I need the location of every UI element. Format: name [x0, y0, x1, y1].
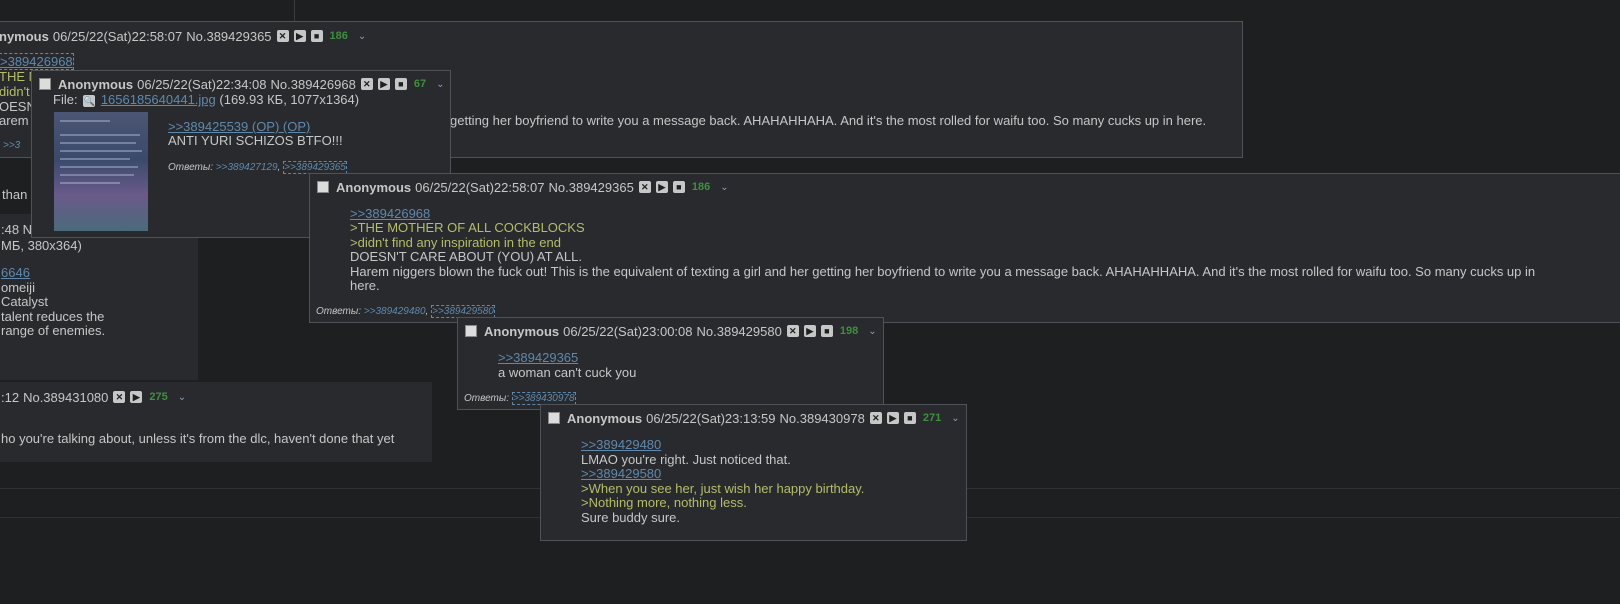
text-fragment: than	[2, 187, 28, 202]
reply-link[interactable]: >>389429480	[364, 306, 426, 317]
post-number[interactable]: No.389429580	[697, 324, 782, 339]
reply-count: 67	[413, 78, 427, 90]
replies-label: Ответы:	[316, 306, 362, 317]
replies-label: Ответы:	[168, 162, 214, 173]
post-header: Anonymous 06/25/22(Sat)22:34:08 No.38942…	[39, 76, 444, 92]
post-header: :12 No.389431080 ✕ ▶ 275 ⌄	[1, 389, 186, 405]
file-meta: (169.93 КБ, 1077x1364)	[219, 92, 360, 107]
post-line: here.	[350, 278, 380, 293]
stop-icon[interactable]: ■	[672, 181, 685, 193]
replies-row: Ответы: >>389427129, >>389429365	[168, 161, 347, 174]
hide-icon[interactable]: ✕	[360, 78, 373, 90]
reply-count: 275	[149, 391, 168, 403]
post-date: 06/25/22(Sat)23:13:59	[646, 410, 776, 426]
popup-post-389429580: Anonymous 06/25/22(Sat)23:00:08 No.38942…	[457, 317, 884, 410]
post-number[interactable]: No.389429365	[186, 29, 271, 44]
post-quote[interactable]: >>389429580	[581, 466, 661, 482]
select-checkbox[interactable]	[465, 325, 477, 337]
play-icon[interactable]: ▶	[886, 412, 899, 424]
reply-fragment[interactable]: >>3	[3, 140, 20, 151]
post-text-tail: getting her boyfriend to write you a mes…	[450, 113, 1207, 128]
hide-icon[interactable]: ✕	[113, 391, 126, 403]
hide-icon[interactable]: ✕	[276, 30, 289, 42]
magnifier-icon[interactable]: 🔍	[83, 95, 96, 107]
post-number[interactable]: No.389429365	[549, 180, 634, 195]
top-left-divider	[294, 0, 295, 22]
post-date: 06/25/22(Sat)22:58:07	[415, 179, 545, 195]
post-date: 06/25/22(Sat)22:58:07	[52, 28, 183, 44]
chevron-down-icon[interactable]: ⌄	[436, 79, 444, 90]
reply-count: 198	[839, 325, 859, 337]
file-link[interactable]: 1656185640441.jpg	[101, 92, 216, 107]
post-quote[interactable]: >>389429365	[498, 350, 578, 366]
play-icon[interactable]: ▶	[655, 181, 668, 193]
fragment-line: arem	[0, 113, 29, 128]
replies-row: Ответы: >>389429480, >>389429580	[316, 305, 495, 318]
background-post-left: :48 N МБ, 380x364) 6646 omeiji Catalyst …	[0, 214, 198, 380]
post-text: a woman can't cuck you	[498, 365, 637, 380]
chevron-down-icon[interactable]: ⌄	[951, 413, 959, 424]
chevron-down-icon[interactable]: ⌄	[178, 392, 186, 403]
chevron-down-icon[interactable]: ⌄	[720, 182, 728, 193]
post-text: ho you're talking about, unless it's fro…	[1, 431, 395, 446]
fragment-line: didn't	[0, 84, 30, 99]
post-quote[interactable]: 6646	[1, 265, 30, 281]
popup-post-389429365: Anonymous 06/25/22(Sat)22:58:07 No.38942…	[309, 173, 1620, 323]
play-icon[interactable]: ▶	[377, 78, 390, 90]
select-checkbox[interactable]	[548, 412, 560, 424]
post-header: Anonymous 06/25/22(Sat)22:58:07 No.38942…	[317, 179, 729, 195]
thumbnail-image[interactable]	[54, 112, 148, 231]
post-date: 06/25/22(Sat)23:00:08	[563, 323, 693, 339]
poster-name: nymous	[0, 28, 49, 44]
post-line: DOESN'T CARE ABOUT (YOU) AT ALL.	[350, 249, 582, 264]
post-text: ANTI YURI SCHIZOS BTFO!!!	[168, 133, 343, 148]
replies-label: Ответы:	[464, 393, 510, 404]
reply-count: 186	[691, 181, 711, 193]
chevron-down-icon[interactable]: ⌄	[358, 31, 366, 42]
play-icon[interactable]: ▶	[293, 30, 306, 42]
select-checkbox[interactable]	[317, 181, 329, 193]
post-line: Sure buddy sure.	[581, 510, 681, 525]
stop-icon[interactable]: ■	[903, 412, 916, 424]
post-line: Catalyst	[1, 294, 48, 309]
poster-name: Anonymous	[58, 76, 134, 92]
popup-post-389430978: Anonymous 06/25/22(Sat)23:13:59 No.38943…	[540, 404, 967, 541]
play-icon[interactable]: ▶	[130, 391, 143, 403]
poster-name: Anonymous	[336, 179, 412, 195]
stop-icon[interactable]: ■	[394, 78, 407, 90]
post-number[interactable]: No.389426968	[271, 77, 356, 92]
post-number[interactable]: No.389431080	[23, 390, 108, 405]
reply-count: 186	[329, 30, 348, 42]
hide-icon[interactable]: ✕	[869, 412, 882, 424]
reply-link[interactable]: >>389427129	[216, 162, 278, 173]
post-line: range of enemies.	[1, 323, 106, 338]
hide-icon[interactable]: ✕	[786, 325, 799, 337]
post-date: :12	[1, 389, 20, 405]
post-number[interactable]: No.389430978	[780, 411, 865, 426]
post-header: nymous 06/25/22(Sat)22:58:07 No.38942936…	[0, 28, 366, 44]
post-header-fragment: :48 N	[1, 222, 33, 237]
greentext-line: >THE MOTHER OF ALL COCKBLOCKS	[350, 220, 585, 235]
play-icon[interactable]: ▶	[803, 325, 816, 337]
post-line: Harem niggers blown the fuck out! This i…	[350, 264, 1536, 279]
stop-icon[interactable]: ■	[820, 325, 833, 337]
poster-name: Anonymous	[484, 323, 560, 339]
post-header: Anonymous 06/25/22(Sat)23:00:08 No.38942…	[465, 323, 877, 339]
stop-icon[interactable]: ■	[310, 30, 323, 42]
post-quote[interactable]: >>389429480	[581, 437, 661, 453]
replies-row: Ответы: >>389430978	[464, 392, 576, 405]
select-checkbox[interactable]	[39, 78, 51, 90]
greentext-line: >Nothing more, nothing less.	[581, 495, 747, 510]
reply-count: 271	[922, 412, 942, 424]
post-header: Anonymous 06/25/22(Sat)23:13:59 No.38943…	[548, 410, 960, 426]
file-label: File:	[53, 92, 78, 107]
post-date: 06/25/22(Sat)22:34:08	[137, 76, 267, 92]
chevron-down-icon[interactable]: ⌄	[868, 326, 876, 337]
background-post-389431080: :12 No.389431080 ✕ ▶ 275 ⌄ ho you're tal…	[0, 382, 432, 462]
file-info-fragment: МБ, 380x364)	[1, 238, 82, 253]
file-info: File: 🔍 1656185640441.jpg (169.93 КБ, 10…	[53, 92, 360, 108]
hide-icon[interactable]: ✕	[638, 181, 651, 193]
poster-name: Anonymous	[567, 410, 643, 426]
post-quote[interactable]: >389426968	[0, 53, 74, 70]
